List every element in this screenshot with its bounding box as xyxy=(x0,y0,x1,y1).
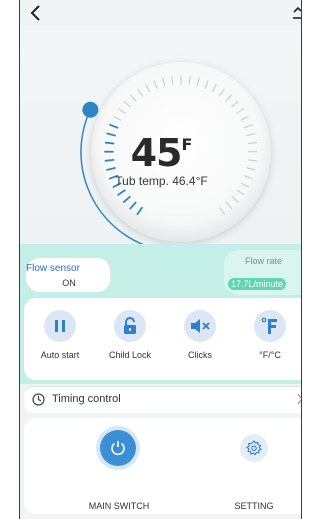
setting-label: SETTING xyxy=(234,501,274,511)
clock-icon xyxy=(32,393,45,406)
chevron-left-icon[interactable] xyxy=(28,4,44,22)
clicks-button[interactable]: Clicks xyxy=(170,310,230,360)
temperature-unit: F xyxy=(181,135,193,154)
clicks-label: Clicks xyxy=(188,350,212,360)
main-switch-button[interactable] xyxy=(100,430,136,466)
controls-panel: Auto start Child Lock Clicks °F/°C xyxy=(24,298,301,380)
auto-start-button[interactable]: Auto start xyxy=(30,310,90,360)
dial-handle xyxy=(82,101,99,118)
chevron-right-icon xyxy=(297,393,301,405)
temperature-unit-label: °F/°C xyxy=(259,350,281,360)
auto-start-label: Auto start xyxy=(40,350,80,360)
flow-rate-label: Flow rate xyxy=(244,256,282,266)
flow-rate-value: 17.7L/minute xyxy=(228,278,287,290)
gear-icon xyxy=(246,440,262,456)
child-lock-button[interactable]: Child Lock xyxy=(100,310,160,360)
top-bar xyxy=(20,0,301,26)
upload-icon[interactable] xyxy=(291,6,301,20)
tub-temperature-label: Tub temp. 46.4°F xyxy=(115,174,208,188)
power-icon xyxy=(111,441,125,456)
timing-control-label: Timing control xyxy=(52,393,121,405)
timing-control-row[interactable]: Timing control xyxy=(24,386,301,413)
pause-icon xyxy=(44,310,76,342)
temperature-dial-area: 45F Tub temp. 46.4°F xyxy=(20,26,301,244)
flow-sensor-value: ON xyxy=(62,278,76,288)
bottom-panel: MAIN SWITCH SETTING xyxy=(24,418,301,514)
fahrenheit-icon xyxy=(254,310,286,342)
temperature-value: 45 xyxy=(130,131,183,175)
setting-button[interactable] xyxy=(240,434,268,462)
flow-sensor-label: Flow sensor xyxy=(26,263,80,274)
temperature-unit-button[interactable]: °F/°C xyxy=(240,310,300,360)
mute-icon xyxy=(184,310,216,342)
temperature-readout: 45F xyxy=(20,131,301,175)
flow-rate-card: Flow rate 17.7L/minute xyxy=(224,250,301,295)
lock-icon xyxy=(114,310,146,342)
main-switch-label: MAIN SWITCH xyxy=(88,501,150,511)
flow-sensor-card[interactable]: Flow sensor ON xyxy=(26,258,112,292)
phone-frame: 45F Tub temp. 46.4°F Flow sensor ON Flow… xyxy=(19,0,302,519)
child-lock-label: Child Lock xyxy=(108,350,152,360)
